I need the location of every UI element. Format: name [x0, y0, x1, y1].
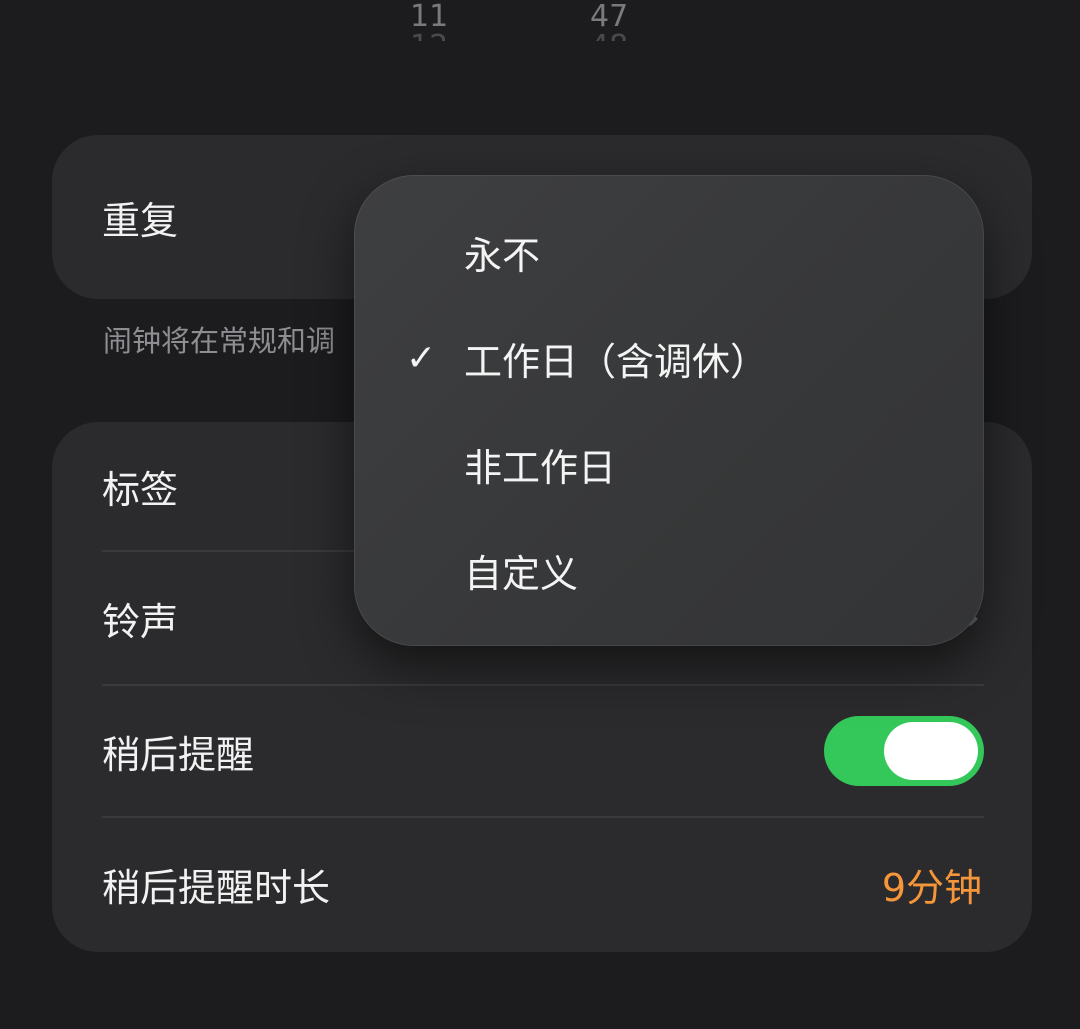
snooze-row: 稍后提醒: [52, 686, 1032, 816]
menu-item-label: 工作日（含调休）: [464, 339, 769, 384]
snooze-duration-label: 稍后提醒时长: [102, 865, 331, 910]
hour-next-value: 12: [410, 29, 449, 64]
snooze-label: 稍后提醒: [102, 732, 255, 777]
menu-item-label: 自定义: [464, 551, 579, 596]
repeat-options-menu: 永不 ✓ 工作日（含调休） 非工作日 自定义: [354, 175, 984, 646]
label-row-title: 标签: [102, 467, 179, 512]
snooze-duration-value: 9分钟: [881, 865, 982, 910]
menu-item-never[interactable]: 永不: [354, 207, 984, 297]
minute-next-value: 48: [590, 29, 629, 64]
menu-item-custom[interactable]: 自定义: [354, 525, 984, 615]
checkmark-icon: ✓: [406, 337, 437, 379]
ringtone-label: 铃声: [102, 599, 179, 644]
snooze-duration-row[interactable]: 稍后提醒时长 9分钟: [52, 818, 1032, 950]
menu-item-non-workdays[interactable]: 非工作日: [354, 419, 984, 509]
repeat-footnote: 闹钟将在常规和调: [103, 324, 336, 358]
snooze-toggle[interactable]: [824, 716, 984, 786]
menu-item-workdays[interactable]: ✓ 工作日（含调休）: [354, 313, 984, 403]
hour-value: 11: [410, 0, 449, 34]
toggle-knob: [884, 722, 978, 780]
repeat-label: 重复: [102, 198, 179, 243]
menu-item-label: 非工作日: [464, 445, 617, 490]
minute-value: 47: [590, 0, 629, 34]
menu-item-label: 永不: [464, 233, 541, 278]
